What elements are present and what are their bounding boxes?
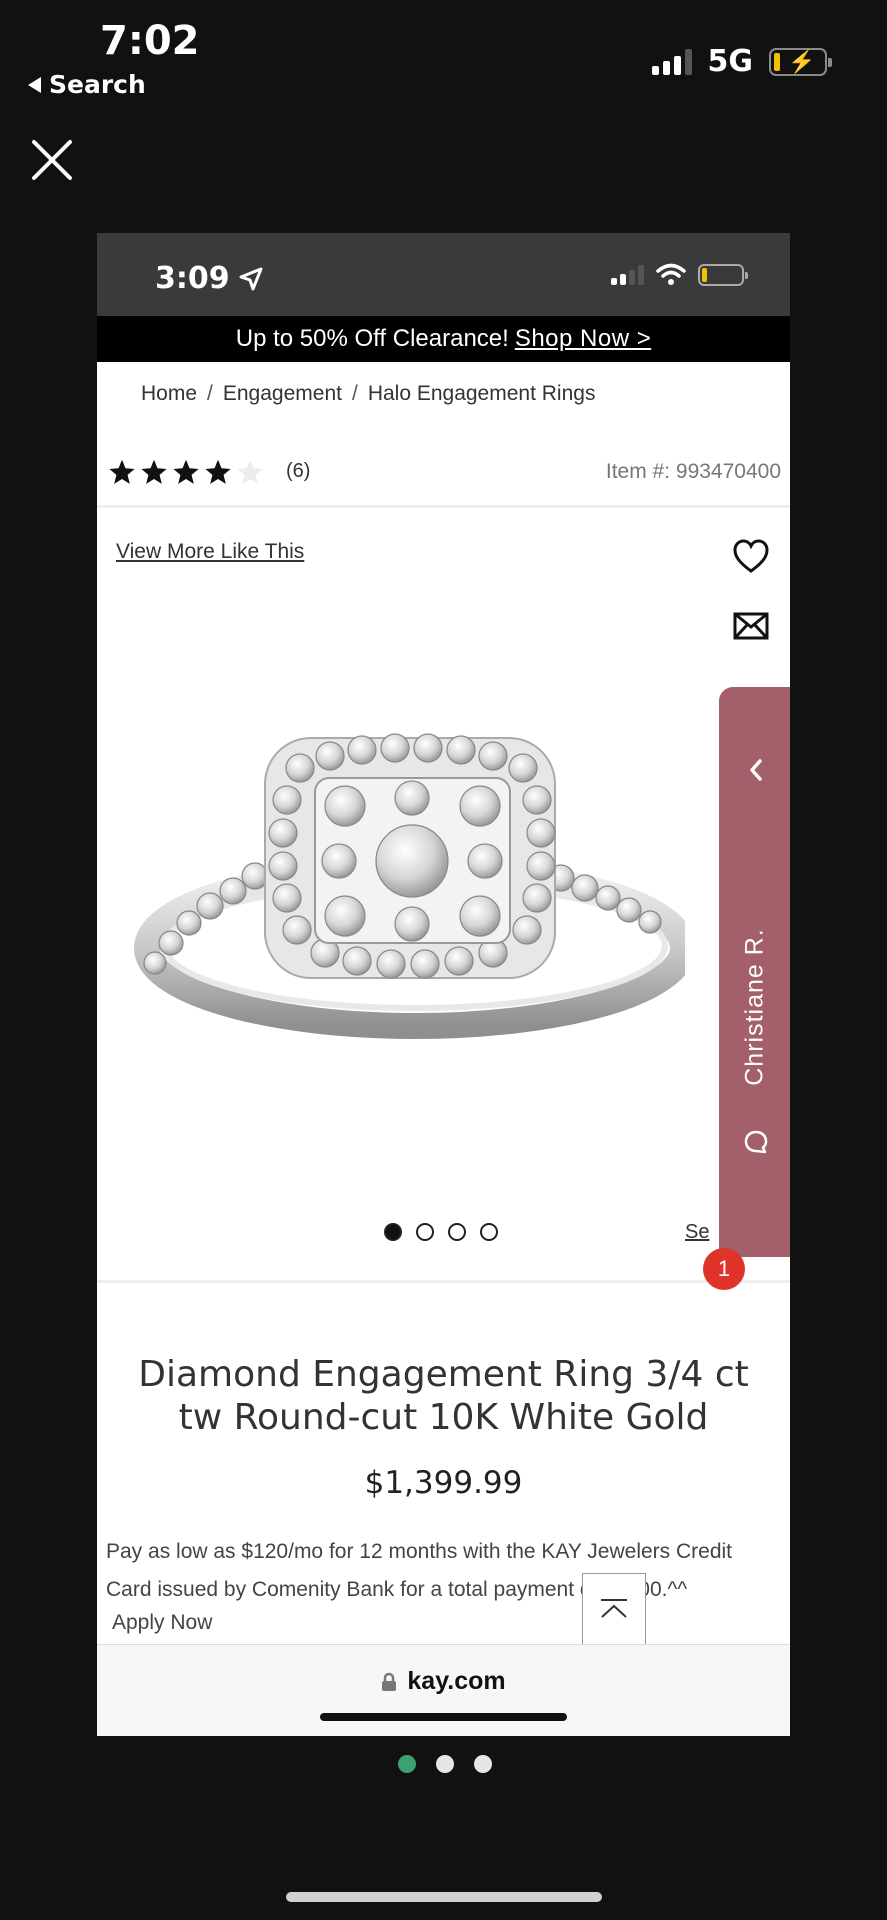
inner-status-time: 3:09 (155, 261, 264, 296)
page-dot[interactable] (436, 1755, 454, 1773)
breadcrumb-separator: / (351, 382, 358, 405)
chat-agent-name: Christiane R. (740, 928, 769, 1086)
item-number: Item #: 993470400 (605, 459, 781, 483)
inner-signal-icon (611, 265, 644, 285)
back-label: Search (49, 70, 146, 99)
breadcrumb-separator: / (207, 382, 213, 405)
apply-now-link[interactable]: Apply Now (97, 1611, 790, 1635)
battery-charging-icon: ⚡ (769, 47, 832, 76)
view-more-like-this-link[interactable]: View More Like This (116, 540, 304, 564)
heart-icon[interactable] (732, 538, 770, 574)
star-empty-icon (237, 459, 263, 484)
financing-text: Pay as low as $120/mo for 12 months with… (106, 1540, 733, 1601)
breadcrumb-engagement[interactable]: Engagement (223, 382, 342, 438)
inner-status-bar: 3:09 (97, 233, 790, 316)
star-filled-icon (141, 459, 167, 484)
promo-text: Up to 50% Off Clearance! (235, 325, 509, 352)
star-filled-icon (205, 459, 231, 484)
page-dot[interactable] (398, 1755, 416, 1773)
inner-time-text: 3:09 (155, 261, 230, 296)
close-icon[interactable] (30, 138, 74, 182)
screenshot-pagination[interactable] (398, 1755, 492, 1773)
back-triangle-icon (28, 76, 41, 93)
scroll-to-top-button[interactable] (582, 1573, 646, 1645)
product-price: $1,399.99 (364, 1465, 523, 1501)
live-chat-tab[interactable]: Christiane R. (719, 687, 790, 1257)
url-text: kay.com (407, 1667, 506, 1695)
outer-status-icons: 5G ⚡ (651, 44, 832, 79)
cellular-signal-icon (651, 48, 692, 75)
product-title: Diamond Engagement Ring 3/4 ct tw Round-… (138, 1354, 749, 1438)
lock-icon (382, 1672, 397, 1691)
inner-home-indicator (320, 1713, 567, 1721)
ring-product-image[interactable] (125, 658, 685, 1058)
gallery-dot[interactable] (416, 1223, 434, 1241)
shop-now-link[interactable]: Shop Now > (515, 325, 651, 353)
location-arrow-icon (239, 267, 263, 290)
inner-status-icons (611, 263, 748, 287)
wifi-icon (656, 263, 686, 285)
outer-status-time: 7:02 (100, 18, 200, 64)
gallery-dot[interactable] (480, 1223, 498, 1241)
breadcrumb-halo-rings[interactable]: Halo Engagement Rings (368, 382, 596, 438)
url-display[interactable]: kay.com (97, 1667, 790, 1696)
rating-row: (6) Item #: 993470400 (97, 438, 790, 508)
home-indicator[interactable] (286, 1892, 602, 1902)
mail-icon[interactable] (733, 611, 769, 641)
promo-banner: Up to 50% Off Clearance! Shop Now > (97, 316, 790, 362)
chat-notification-badge[interactable]: 1 (703, 1248, 745, 1290)
star-filled-icon (109, 459, 135, 484)
gallery-dot[interactable] (448, 1223, 466, 1241)
arrow-to-top-icon (601, 1599, 627, 1618)
inner-battery-icon (698, 264, 748, 286)
gallery-pagination[interactable] (384, 1223, 498, 1241)
see-more-link[interactable]: Se (685, 1221, 709, 1244)
breadcrumb: Home / Engagement / Halo Engagement Ring… (97, 362, 790, 438)
browser-url-bar[interactable]: kay.com (97, 1644, 790, 1736)
chevron-left-icon[interactable] (746, 757, 766, 783)
product-gallery[interactable]: View More Like This Se (97, 508, 790, 1283)
page-dot[interactable] (474, 1755, 492, 1773)
back-to-search-button[interactable]: Search (28, 70, 146, 99)
breadcrumb-home[interactable]: Home (141, 382, 197, 438)
star-rating[interactable]: (6) (108, 458, 310, 486)
review-count[interactable]: (6) (286, 460, 310, 483)
chat-bubble-icon (744, 1130, 768, 1154)
gallery-dot[interactable] (384, 1223, 402, 1241)
star-filled-icon (173, 459, 199, 484)
network-type: 5G (707, 44, 754, 79)
embedded-screenshot: 3:09 Up to 50% Off Clearance! Shop Now >… (97, 233, 790, 1736)
